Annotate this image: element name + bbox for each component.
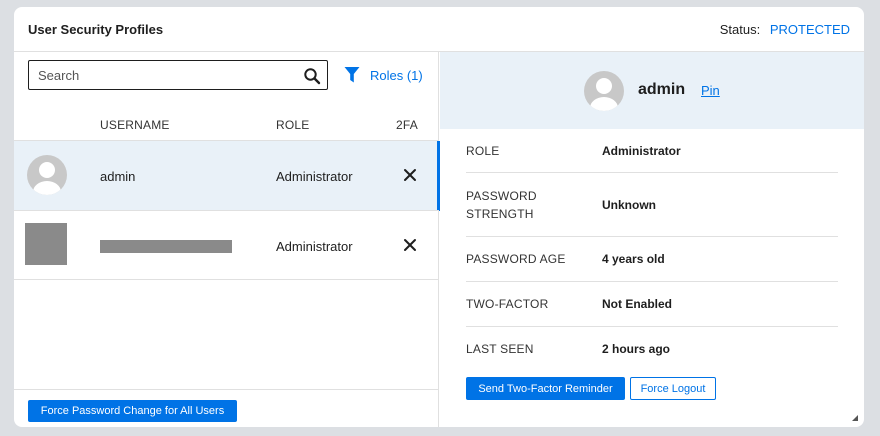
table-row[interactable]: Administrator bbox=[14, 210, 439, 280]
roles-filter-button[interactable]: Roles (1) bbox=[344, 65, 423, 85]
detail-value: Unknown bbox=[602, 198, 656, 212]
force-logout-button[interactable]: Force Logout bbox=[630, 377, 716, 400]
close-x-icon bbox=[404, 169, 416, 181]
search-icon[interactable] bbox=[303, 67, 321, 85]
pin-link[interactable]: Pin bbox=[701, 83, 720, 98]
detail-label: PASSWORD STRENGTH bbox=[466, 189, 537, 221]
username-cell: admin bbox=[100, 169, 136, 184]
table-row[interactable]: admin Administrator bbox=[14, 140, 440, 211]
user-security-profiles-panel: User Security Profiles Status: PROTECTED… bbox=[14, 7, 864, 427]
detail-label: PASSWORD AGE bbox=[466, 252, 566, 266]
detail-row-two-factor: TWO-FACTOR Not Enabled bbox=[466, 282, 838, 327]
profile-username: admin bbox=[638, 81, 686, 98]
send-two-factor-reminder-button[interactable]: Send Two-Factor Reminder bbox=[466, 377, 625, 400]
user-list-footer: Force Password Change for All Users bbox=[14, 389, 439, 427]
redacted-username bbox=[100, 240, 232, 253]
detail-value: 2 hours ago bbox=[602, 342, 671, 356]
detail-label: LAST SEEN bbox=[466, 342, 534, 356]
panel-header: User Security Profiles Status: PROTECTED bbox=[14, 7, 864, 52]
column-header-2fa[interactable]: 2FA bbox=[396, 118, 418, 132]
detail-value: Administrator bbox=[602, 144, 681, 158]
column-header-role[interactable]: ROLE bbox=[276, 118, 309, 132]
detail-row-password-strength: PASSWORD STRENGTH Unknown bbox=[466, 173, 838, 237]
detail-value: Not Enabled bbox=[602, 297, 673, 311]
roles-filter-label: Roles (1) bbox=[370, 67, 423, 83]
status-label: Status: bbox=[719, 22, 761, 37]
resize-handle-icon[interactable] bbox=[850, 413, 858, 421]
search-input[interactable] bbox=[38, 67, 298, 83]
panel-title: User Security Profiles bbox=[28, 22, 164, 37]
user-list-pane: Roles (1) USERNAME ROLE 2FA admin Admini… bbox=[14, 52, 440, 427]
detail-row-password-age: PASSWORD AGE 4 years old bbox=[466, 237, 838, 282]
user-avatar-icon bbox=[584, 71, 624, 111]
detail-row-last-seen: LAST SEEN 2 hours ago bbox=[466, 327, 838, 372]
column-header-username[interactable]: USERNAME bbox=[100, 118, 170, 132]
role-cell: Administrator bbox=[276, 239, 353, 254]
status-indicator: Status: PROTECTED bbox=[720, 22, 850, 37]
redacted-avatar bbox=[25, 223, 67, 265]
force-password-change-all-button[interactable]: Force Password Change for All Users bbox=[28, 400, 237, 422]
close-x-icon bbox=[404, 239, 416, 251]
filter-icon bbox=[344, 67, 360, 83]
detail-value: 4 years old bbox=[602, 252, 665, 266]
status-value[interactable]: PROTECTED bbox=[770, 22, 850, 37]
search-box[interactable] bbox=[28, 60, 328, 90]
profile-detail-pane: admin Pin ROLE Administrator PASSWORD ST… bbox=[440, 52, 864, 427]
detail-row-role: ROLE Administrator bbox=[466, 129, 838, 173]
detail-label: TWO-FACTOR bbox=[466, 297, 549, 311]
user-avatar-icon bbox=[27, 155, 67, 195]
detail-label: ROLE bbox=[466, 144, 500, 158]
profile-header: admin Pin bbox=[440, 52, 864, 129]
role-cell: Administrator bbox=[276, 169, 353, 184]
